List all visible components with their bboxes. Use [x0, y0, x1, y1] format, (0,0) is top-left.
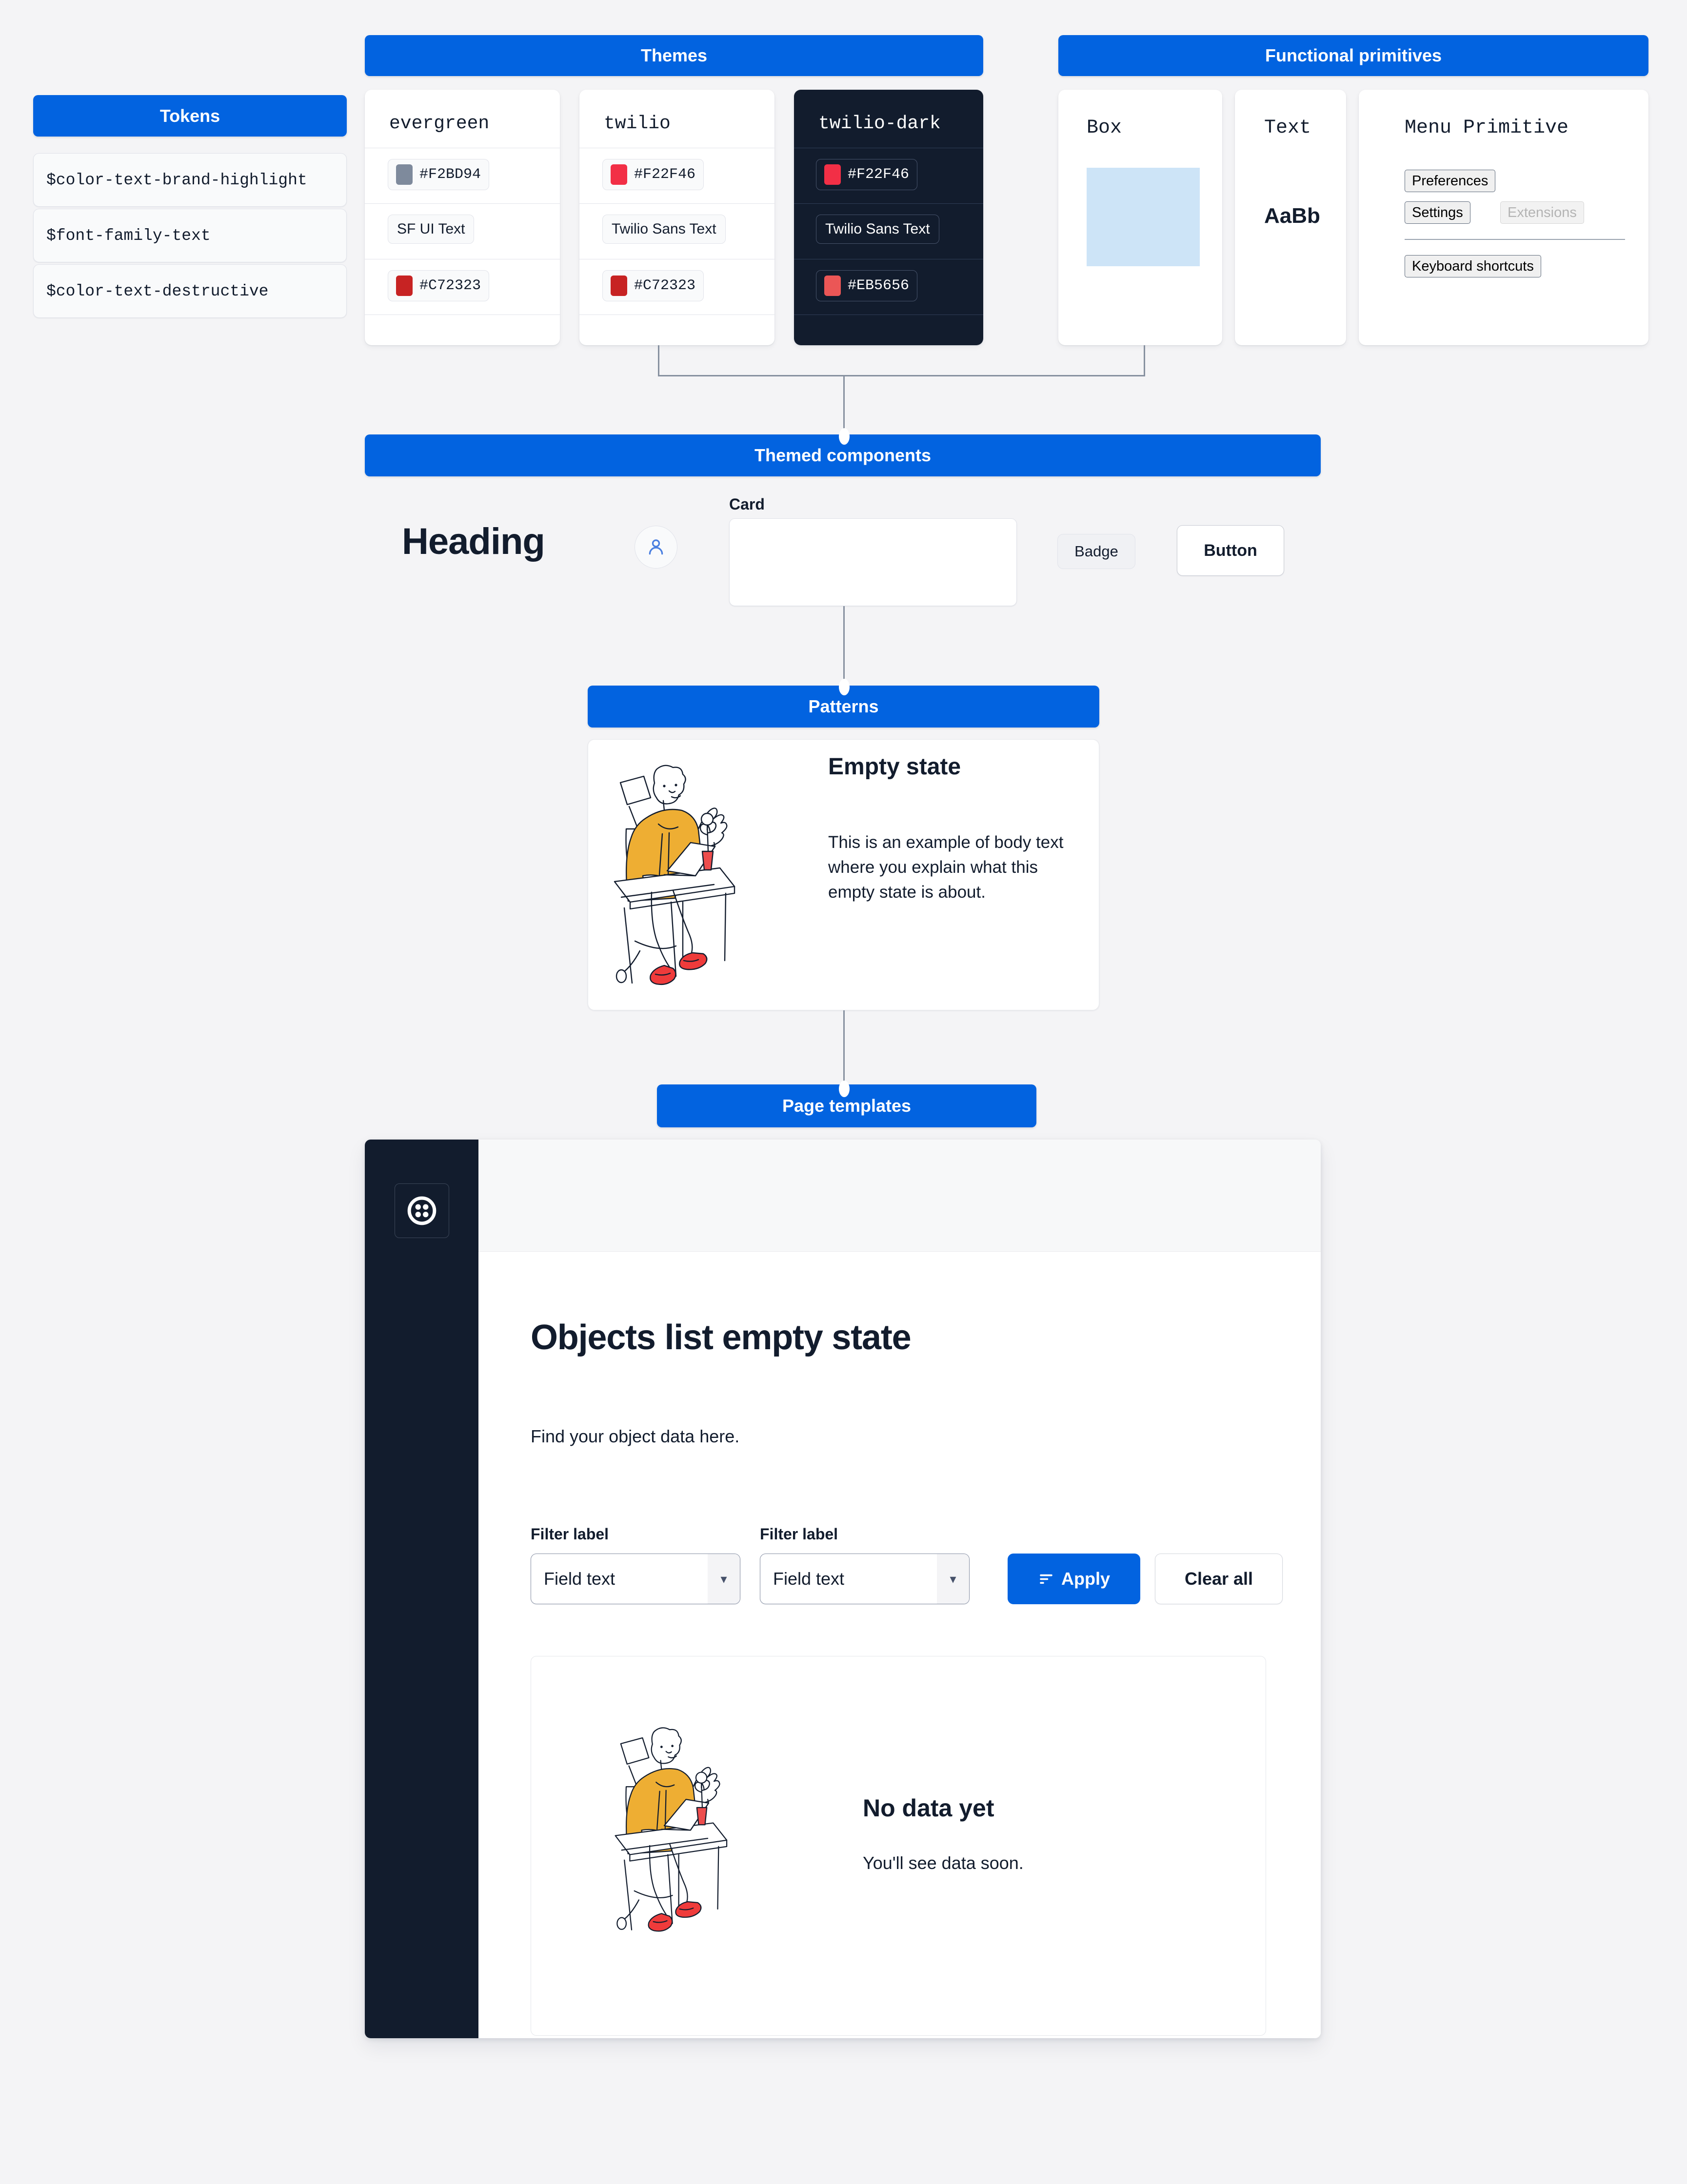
- theme-value-color: #C72323: [388, 270, 490, 301]
- card-component: [729, 518, 1017, 606]
- heading-component: Heading: [402, 521, 545, 562]
- desk-person-illustration: [615, 1727, 728, 1932]
- connector-vertical: [1144, 345, 1145, 376]
- text-primitive-sample: AaBb: [1264, 204, 1320, 228]
- app-page-subtitle: Find your object data here.: [531, 1426, 740, 1446]
- color-swatch: [396, 164, 413, 185]
- theme-divider: [365, 203, 560, 204]
- card-label: Card: [729, 495, 765, 513]
- section-banner-patterns-label: Patterns: [808, 696, 879, 716]
- theme-value-color: #F2BD94: [388, 159, 490, 190]
- section-banner-functional-primitives[interactable]: Functional primitives: [1058, 35, 1648, 76]
- token-row[interactable]: $font-family-text: [33, 209, 347, 262]
- filter-label-2: Filter label: [760, 1525, 838, 1543]
- connector-vertical: [843, 1010, 845, 1088]
- color-swatch: [611, 164, 627, 185]
- section-banner-tokens[interactable]: Tokens: [33, 95, 347, 137]
- theme-divider: [579, 203, 774, 204]
- apply-button[interactable]: Apply: [1008, 1554, 1140, 1604]
- connector-node: [839, 428, 850, 445]
- theme-value-font: Twilio Sans Text: [602, 215, 726, 244]
- chevron-down-icon[interactable]: ▾: [937, 1554, 969, 1604]
- primitive-title-text: Text: [1264, 117, 1311, 139]
- filter-icon: [1040, 1574, 1052, 1584]
- theme-value-color: #EB5656: [816, 270, 918, 301]
- token-row[interactable]: $color-text-destructive: [33, 264, 347, 318]
- theme-value-font: SF UI Text: [388, 215, 475, 244]
- color-swatch: [396, 275, 413, 296]
- section-banner-functional-primitives-label: Functional primitives: [1265, 45, 1442, 65]
- theme-value-color: #F22F46: [602, 159, 704, 190]
- theme-name: twilio: [604, 113, 671, 134]
- connector-vertical: [658, 345, 659, 376]
- color-hex: #EB5656: [848, 277, 910, 294]
- token-name: $font-family-text: [46, 226, 211, 245]
- color-hex: #F22F46: [848, 166, 910, 183]
- connector-vertical: [843, 375, 845, 434]
- app-empty-state-subtitle: You'll see data soon.: [863, 1853, 1024, 1873]
- theme-value-font: Twilio Sans Text: [816, 215, 939, 244]
- box-primitive-swatch: [1087, 168, 1200, 266]
- section-banner-themes-label: Themes: [640, 45, 708, 65]
- theme-value-color: #F22F46: [816, 159, 918, 190]
- color-swatch: [824, 164, 841, 185]
- font-name: Twilio Sans Text: [825, 221, 930, 237]
- desk-person-illustration: [614, 765, 735, 985]
- apply-button-label: Apply: [1061, 1569, 1110, 1589]
- app-empty-state-illustration: [611, 1719, 806, 1941]
- badge-component[interactable]: Badge: [1057, 534, 1135, 569]
- font-name: Twilio Sans Text: [612, 221, 716, 237]
- app-empty-state-title: No data yet: [863, 1794, 994, 1822]
- connector-node: [839, 679, 850, 695]
- empty-state-illustration: [610, 756, 819, 995]
- color-hex: #F2BD94: [419, 166, 481, 183]
- filter-select-1-value: Field text: [544, 1569, 615, 1589]
- menu-item-preferences[interactable]: Preferences: [1405, 170, 1496, 193]
- color-hex: #C72323: [634, 277, 696, 294]
- primitive-title-box: Box: [1087, 117, 1122, 139]
- color-hex: #F22F46: [634, 166, 696, 183]
- font-name: SF UI Text: [397, 221, 465, 237]
- section-banner-themed-components-label: Themed components: [754, 445, 932, 465]
- connector-node: [839, 1081, 850, 1097]
- theme-value-color: #C72323: [602, 270, 704, 301]
- menu-item-extensions: Extensions: [1500, 201, 1584, 224]
- filter-label-1: Filter label: [531, 1525, 609, 1543]
- clear-all-button[interactable]: Clear all: [1155, 1554, 1283, 1604]
- token-name: $color-text-destructive: [46, 282, 269, 300]
- menu-item-settings[interactable]: Settings: [1405, 201, 1470, 224]
- app-page-title: Objects list empty state: [531, 1318, 912, 1357]
- token-name: $color-text-brand-highlight: [46, 171, 307, 189]
- filter-select-2[interactable]: Field text ▾: [760, 1554, 970, 1604]
- chevron-down-icon[interactable]: ▾: [708, 1554, 740, 1604]
- filter-select-1[interactable]: Field text ▾: [531, 1554, 740, 1604]
- user-icon: [649, 539, 663, 555]
- twilio-logo-icon: [407, 1196, 437, 1225]
- avatar[interactable]: [635, 526, 677, 569]
- app-topbar: [478, 1140, 1321, 1252]
- section-banner-tokens-label: Tokens: [159, 105, 220, 126]
- color-swatch: [824, 275, 841, 296]
- pattern-body: This is an example of body text where yo…: [828, 833, 1064, 902]
- section-banner-page-templates-label: Page templates: [782, 1096, 912, 1116]
- token-row[interactable]: $color-text-brand-highlight: [33, 153, 347, 207]
- design-system-diagram: Tokens $color-text-brand-highlight $font…: [0, 0, 1687, 2184]
- app-sidebar: [365, 1140, 478, 2038]
- button-component[interactable]: Button: [1177, 525, 1284, 576]
- connector-horizontal: [658, 375, 1145, 376]
- menu-separator: [1405, 239, 1625, 240]
- color-hex: #C72323: [419, 277, 481, 294]
- pattern-title: Empty state: [828, 754, 961, 780]
- menu-item-keyboard-shortcuts[interactable]: Keyboard shortcuts: [1405, 255, 1541, 278]
- color-swatch: [611, 275, 627, 296]
- app-logo-tile[interactable]: [395, 1183, 449, 1238]
- connector-vertical: [843, 606, 845, 686]
- filter-select-2-value: Field text: [773, 1569, 845, 1589]
- section-banner-themes[interactable]: Themes: [365, 35, 983, 76]
- theme-name: twilio-dark: [818, 113, 941, 134]
- theme-divider: [794, 203, 983, 204]
- primitive-title-menu: Menu Primitive: [1405, 117, 1569, 139]
- theme-name: evergreen: [389, 113, 490, 134]
